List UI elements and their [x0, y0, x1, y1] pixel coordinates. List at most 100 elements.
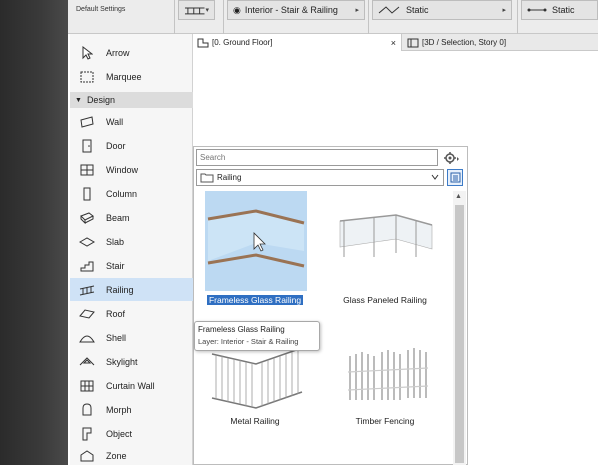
chevron-right-icon: ▸ — [502, 7, 506, 14]
railing-geometry-icon — [184, 7, 205, 15]
roof-icon — [78, 306, 96, 322]
geometry-method-button[interactable]: ▾ — [178, 0, 215, 20]
marquee-icon — [78, 69, 96, 85]
panel-scrollbar[interactable]: ▲ — [453, 191, 466, 465]
tool-label: Marquee — [106, 71, 142, 82]
gear-icon[interactable] — [441, 149, 461, 166]
item-caption: Frameless Glass Railing — [206, 295, 304, 305]
item-caption: Metal Railing — [230, 416, 280, 426]
tooltip-title: Frameless Glass Railing — [198, 325, 285, 334]
layer-label: Interior - Stair & Railing — [244, 5, 338, 15]
tool-label: Wall — [106, 116, 124, 127]
column-icon — [78, 186, 96, 202]
favorite-item-glass-paneled[interactable]: Glass Paneled Railing — [329, 191, 441, 311]
item-tooltip: Frameless Glass Railing Layer: Interior … — [194, 321, 320, 351]
tab-3d-selection[interactable]: [3D / Selection, Story 0] — [403, 34, 598, 51]
tool-railing[interactable]: Railing — [70, 278, 193, 301]
tool-label: Beam — [106, 212, 130, 223]
toolbar-separator — [517, 0, 518, 34]
object-icon — [78, 426, 96, 442]
folder-dropdown[interactable]: Railing — [196, 169, 444, 186]
tool-slab[interactable]: Slab — [70, 230, 193, 253]
tool-label: Morph — [106, 404, 132, 415]
close-icon[interactable]: × — [391, 38, 396, 48]
glass-paneled-railing-thumbnail — [335, 191, 437, 291]
static-selector-2[interactable]: Static — [521, 0, 598, 20]
tool-label: Column — [106, 188, 138, 199]
slab-icon — [78, 234, 96, 250]
tool-label: Arrow — [106, 47, 130, 58]
chevron-down-icon: ▾ — [205, 7, 209, 14]
chevron-down-icon — [431, 174, 439, 180]
tool-label: Stair — [106, 260, 125, 271]
group-label: Design — [86, 95, 115, 105]
tooltip-layer: Layer: Interior - Stair & Railing — [198, 337, 299, 346]
design-group-header[interactable]: ▼ Design — [70, 92, 193, 108]
tool-label: Object — [106, 428, 133, 439]
scroll-up-icon[interactable]: ▲ — [455, 193, 462, 200]
skylight-icon — [78, 354, 96, 370]
static-line-icon — [527, 8, 547, 12]
scroll-thumb[interactable] — [455, 205, 464, 463]
tool-label: Door — [106, 140, 126, 151]
tab-label: [3D / Selection, Story 0] — [422, 38, 507, 47]
folder-label: Railing — [217, 173, 242, 182]
tool-label: Zone — [106, 450, 127, 461]
tool-object[interactable]: Object — [70, 422, 193, 445]
tool-column[interactable]: Column — [70, 182, 193, 205]
item-caption: Timber Fencing — [355, 416, 415, 426]
curtain-wall-icon — [78, 378, 96, 394]
static-line-icon — [378, 6, 400, 14]
tool-label: Slab — [106, 236, 125, 247]
tool-label: Railing — [106, 284, 134, 295]
tool-window[interactable]: Window — [70, 158, 193, 181]
morph-icon — [78, 402, 96, 418]
railing-favorites-panel: Railing ▲ Frameless Glass Railing — [193, 146, 468, 465]
tool-door[interactable]: Door — [70, 134, 193, 157]
tool-label: Curtain Wall — [106, 380, 155, 391]
folder-icon — [200, 173, 214, 182]
beam-icon — [78, 210, 96, 226]
tool-morph[interactable]: Morph — [70, 398, 193, 421]
shell-icon — [78, 330, 96, 346]
tool-skylight[interactable]: Skylight — [70, 350, 193, 373]
door-icon — [78, 138, 96, 154]
toolbox-sidebar: Arrow Marquee ▼ Design Wall Door Window … — [70, 34, 193, 465]
tool-wall[interactable]: Wall — [70, 110, 193, 133]
favorite-item-timber[interactable]: Timber Fencing — [329, 312, 441, 432]
timber-fencing-thumbnail — [335, 312, 437, 412]
tool-curtain-wall[interactable]: Curtain Wall — [70, 374, 193, 397]
tool-beam[interactable]: Beam — [70, 206, 193, 229]
tool-zone[interactable]: Zone — [70, 444, 193, 467]
info-box-toolbar: Default Settings ▾ ◉ Interior - Stair & … — [68, 0, 598, 34]
tool-stair[interactable]: Stair — [70, 254, 193, 277]
tool-label: Window — [106, 164, 139, 175]
static-label-2: Static — [552, 5, 575, 15]
tool-arrow[interactable]: Arrow — [70, 41, 193, 64]
static-selector-1[interactable]: Static ▸ — [372, 0, 512, 20]
tool-marquee[interactable]: Marquee — [70, 65, 193, 88]
item-caption: Glass Paneled Railing — [343, 295, 427, 305]
view-tabs: [0. Ground Floor] × [3D / Selection, Sto… — [193, 34, 598, 51]
favorite-item-frameless-glass[interactable]: Frameless Glass Railing — [199, 191, 311, 311]
triangle-down-icon: ▼ — [75, 96, 82, 104]
railing-icon — [78, 282, 96, 298]
arrow-icon — [78, 45, 96, 61]
stair-icon — [78, 258, 96, 274]
tool-label: Shell — [106, 332, 127, 343]
tool-label: Roof — [106, 308, 126, 319]
tree-view-toggle[interactable] — [447, 169, 463, 186]
tool-roof[interactable]: Roof — [70, 302, 193, 325]
tool-shell[interactable]: Shell — [70, 326, 193, 349]
tab-ground-floor[interactable]: [0. Ground Floor] × — [193, 34, 402, 51]
desktop-background — [0, 0, 68, 465]
tab-label: [0. Ground Floor] — [212, 38, 273, 47]
zone-icon — [78, 448, 96, 464]
3d-view-icon — [407, 38, 419, 47]
floor-plan-icon — [197, 38, 209, 47]
folder-tree-icon — [450, 172, 460, 183]
window-icon — [78, 162, 96, 178]
search-input[interactable] — [196, 149, 438, 166]
layer-selector[interactable]: ◉ Interior - Stair & Railing ▸ — [227, 0, 365, 20]
default-settings-label: Default Settings — [76, 6, 126, 13]
